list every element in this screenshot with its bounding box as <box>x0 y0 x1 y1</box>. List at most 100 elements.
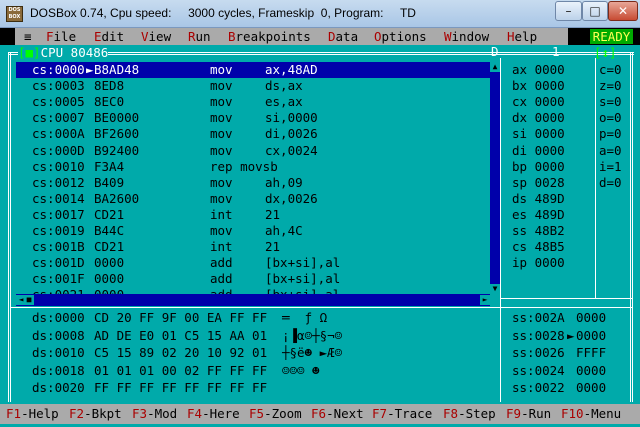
code-bytes: B409 <box>94 174 125 190</box>
dump-ascii: ¡▐α☺┼§¬☺ <box>282 327 343 343</box>
code-opcode: mov <box>210 223 233 238</box>
code-address: cs:0019 <box>32 223 85 238</box>
fkey-key: F1 <box>6 406 22 421</box>
code-address: cs:0017 <box>32 206 85 222</box>
fkey-f3[interactable]: F3-Mod <box>132 406 177 422</box>
dump-ascii: ═ ƒ Ω <box>282 310 343 325</box>
code-address: cs:0014 <box>32 190 85 206</box>
code-address: cs:001B <box>32 239 85 255</box>
menu-view-label: iew <box>148 29 172 44</box>
stack-address: ss:0028 <box>512 327 565 343</box>
stack-value: 0000 <box>576 310 607 325</box>
code-address: cs:0007 <box>32 110 85 126</box>
stack-value: 0000 <box>576 362 607 378</box>
flags-bottom-divider <box>500 298 632 299</box>
dos-screen: ≡ File Edit View Run Breakpoints Data Op… <box>0 28 640 427</box>
fkey-f9[interactable]: F9-Run <box>506 406 551 422</box>
fkey-f10[interactable]: F10-Menu <box>561 406 621 422</box>
cpu-window-left-border <box>8 52 11 402</box>
menu-data-hotkey: D <box>328 29 336 44</box>
ready-status: READY <box>590 29 633 44</box>
flag-value: o=0 <box>599 110 622 126</box>
instruction-pointer-marker <box>86 271 94 287</box>
window-titlebar[interactable]: DOS BOX DOSBox 0.74, Cpu speed: 3000 cyc… <box>0 0 640 28</box>
code-operands: cx,0024 <box>265 142 318 158</box>
fkey-f2[interactable]: F2-Bkpt <box>69 406 122 422</box>
menu-breakpoints-hotkey: B <box>228 29 236 44</box>
instruction-pointer-marker <box>86 126 94 142</box>
fkey-f1[interactable]: F1-Help <box>6 406 59 422</box>
maximize-button[interactable]: □ <box>582 1 608 21</box>
register-value: dx 0000 <box>512 110 565 126</box>
code-opcode: mov <box>210 78 233 94</box>
code-bytes: B92400 <box>94 142 140 158</box>
scroll-thumb[interactable]: ■ <box>24 295 34 305</box>
code-bytes: BA2600 <box>94 190 140 206</box>
menu-edit[interactable]: Edit <box>94 29 124 44</box>
code-operands: ax,48AD <box>265 62 318 77</box>
code-pane-edge-marker: D <box>491 44 499 59</box>
fkey-f8[interactable]: F8-Step <box>443 406 496 422</box>
scroll-down-arrow[interactable]: ▼ <box>490 284 500 294</box>
menu-run[interactable]: Run <box>188 29 211 44</box>
dump-bytes: C5 15 89 02 20 10 92 01 <box>94 345 268 361</box>
fkey-key: F8 <box>443 406 459 421</box>
code-operands: [bx+si],al <box>265 255 341 271</box>
fkey-key: F5 <box>249 406 265 421</box>
instruction-pointer-marker <box>86 239 94 255</box>
menu-view-hotkey: V <box>141 29 149 44</box>
stack-value: 0000 <box>576 327 607 343</box>
stack-address: ss:0022 <box>512 380 565 396</box>
register-value: bp 0000 <box>512 158 565 174</box>
menu-window[interactable]: Window <box>444 29 489 44</box>
menu-help[interactable]: Help <box>507 29 537 44</box>
close-button[interactable]: ✕ <box>608 1 638 21</box>
code-operands: 21 <box>265 206 281 222</box>
fkey-f7[interactable]: F7-Trace <box>372 406 432 422</box>
menu-options[interactable]: Options <box>374 29 427 44</box>
code-address: cs:0003 <box>32 78 85 94</box>
code-opcode: mov <box>210 94 233 110</box>
zoom-box[interactable]: [↕] <box>594 45 617 60</box>
scroll-up-arrow[interactable]: ▲ <box>490 62 500 72</box>
code-bytes: B8AD48 <box>94 62 140 77</box>
fkey-label: -Next <box>326 406 364 421</box>
dump-ascii <box>282 380 342 396</box>
fkey-f4[interactable]: F4-Here <box>187 406 240 422</box>
dump-divider <box>11 307 632 308</box>
instruction-pointer-marker <box>86 143 94 159</box>
code-vertical-scrollbar[interactable]: ▲ ▼ <box>490 62 500 294</box>
code-horizontal-scrollbar[interactable]: ◄ ■ ► <box>16 294 490 306</box>
flag-value: z=0 <box>599 78 622 94</box>
dosbox-app-icon[interactable]: DOS BOX <box>6 6 23 22</box>
flag-value: s=0 <box>599 94 622 110</box>
window-close-box[interactable]: [■] <box>18 45 41 60</box>
menu-window-label: indow <box>451 29 490 44</box>
scroll-right-arrow[interactable]: ► <box>480 295 490 305</box>
code-opcode: add <box>210 271 233 287</box>
code-address: cs:0005 <box>32 94 85 110</box>
code-address: cs:0000 <box>32 62 85 77</box>
fkey-label: -Menu <box>583 406 622 421</box>
code-address: cs:000A <box>32 126 85 142</box>
menu-file[interactable]: File <box>46 29 76 44</box>
register-value: cx 0000 <box>512 94 565 110</box>
dump-address: ds:0000 <box>32 310 85 325</box>
code-address: cs:001D <box>32 255 85 271</box>
system-menu[interactable]: ≡ <box>24 29 32 44</box>
stack-value: 0000 <box>576 380 607 396</box>
minimize-button[interactable]: – <box>555 1 582 21</box>
fkey-label: -Mod <box>147 406 178 421</box>
fkey-f5[interactable]: F5-Zoom <box>249 406 302 422</box>
menu-breakpoints[interactable]: Breakpoints <box>228 29 311 44</box>
instruction-pointer-marker <box>86 110 94 126</box>
code-opcode: mov <box>210 126 233 142</box>
stack-address: ss:0026 <box>512 345 565 361</box>
stack-value: FFFF <box>576 345 607 361</box>
stack-pointer-marker <box>567 345 575 361</box>
menu-data[interactable]: Data <box>328 29 358 44</box>
fkey-key: F10 <box>561 406 584 421</box>
code-opcode: rep movsb <box>210 158 278 174</box>
fkey-f6[interactable]: F6-Next <box>311 406 364 422</box>
menu-view[interactable]: View <box>141 29 171 44</box>
